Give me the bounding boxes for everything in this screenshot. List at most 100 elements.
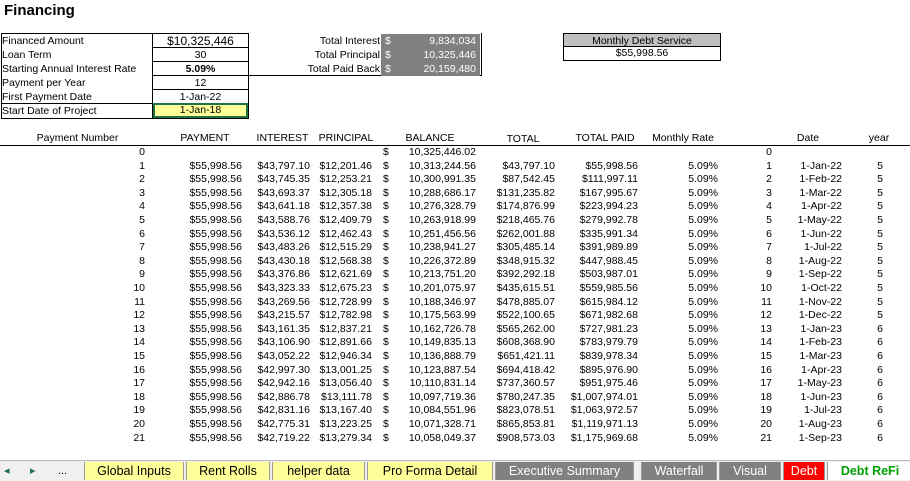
sheet-tab[interactable]: Pro Forma Detail bbox=[367, 462, 493, 480]
cell-idx[interactable]: 8 bbox=[740, 255, 772, 268]
cell-prin[interactable]: $12,357.38 bbox=[312, 200, 372, 213]
sheet-tab[interactable]: helper data bbox=[272, 462, 365, 480]
cell-rate[interactable]: 5.09% bbox=[668, 391, 718, 404]
cell-bal[interactable]: 10,058,049.37 bbox=[396, 432, 476, 445]
cell-cur[interactable]: $ bbox=[383, 228, 393, 241]
loan-term-cell[interactable]: 30 bbox=[153, 48, 248, 62]
cell-date[interactable]: 1-Nov-22 bbox=[780, 296, 842, 309]
cell-n[interactable]: 9 bbox=[90, 268, 145, 281]
cell-yr[interactable]: 6 bbox=[860, 364, 883, 377]
cell-cur[interactable]: $ bbox=[383, 418, 393, 431]
cell-paid[interactable]: $279,992.78 bbox=[555, 214, 638, 227]
cell-idx[interactable]: 1 bbox=[740, 160, 772, 173]
cell-int[interactable]: $43,323.33 bbox=[246, 282, 310, 295]
cell-yr[interactable]: 6 bbox=[860, 391, 883, 404]
cell-yr[interactable]: 6 bbox=[860, 377, 883, 390]
cell-rate[interactable]: 5.09% bbox=[668, 241, 718, 254]
cell-rate[interactable]: 5.09% bbox=[668, 364, 718, 377]
cell-bal[interactable]: 10,188,346.97 bbox=[396, 296, 476, 309]
cell-bal[interactable]: 10,071,328.71 bbox=[396, 418, 476, 431]
cell-idx[interactable]: 21 bbox=[740, 432, 772, 445]
cell-paid[interactable]: $895,976.90 bbox=[555, 364, 638, 377]
cell-yr[interactable]: 5 bbox=[860, 255, 883, 268]
cell-yr[interactable]: 6 bbox=[860, 350, 883, 363]
cell-pay[interactable]: $55,998.56 bbox=[172, 309, 242, 322]
cell-yr[interactable]: 5 bbox=[860, 296, 883, 309]
cell-tot[interactable]: $262,001.88 bbox=[485, 228, 555, 241]
cell-date[interactable]: 1-Jul-23 bbox=[780, 404, 842, 417]
financed-amount-cell[interactable]: $10,325,446 bbox=[153, 34, 248, 48]
cell-cur[interactable]: $ bbox=[383, 391, 393, 404]
cell-yr[interactable]: 6 bbox=[860, 432, 883, 445]
cell-date[interactable]: 1-Apr-22 bbox=[780, 200, 842, 213]
cell-n[interactable]: 16 bbox=[90, 364, 145, 377]
cell-tot[interactable]: $305,485.14 bbox=[485, 241, 555, 254]
cell-int[interactable]: $43,745.35 bbox=[246, 173, 310, 186]
cell-bal[interactable]: 10,136,888.79 bbox=[396, 350, 476, 363]
total-paid-back-cell[interactable]: $ 20,159,480 bbox=[381, 62, 480, 76]
cell-tot[interactable]: $218,465.76 bbox=[485, 214, 555, 227]
cell-prin[interactable]: $13,056.40 bbox=[312, 377, 372, 390]
cell-date[interactable]: 1-Sep-23 bbox=[780, 432, 842, 445]
cell-bal[interactable]: 10,288,686.17 bbox=[396, 187, 476, 200]
cell-prin[interactable]: $12,515.29 bbox=[312, 241, 372, 254]
cell-date[interactable]: 1-Jun-22 bbox=[780, 228, 842, 241]
cell-pay[interactable]: $55,998.56 bbox=[172, 296, 242, 309]
cell-cur[interactable]: $ bbox=[383, 432, 393, 445]
cell-rate[interactable]: 5.09% bbox=[668, 350, 718, 363]
cell-yr[interactable]: 5 bbox=[860, 200, 883, 213]
cell-paid[interactable]: $167,995.67 bbox=[555, 187, 638, 200]
cell-date[interactable]: 1-Jan-22 bbox=[780, 160, 842, 173]
cell-prin[interactable]: $12,201.46 bbox=[312, 160, 372, 173]
cell-idx[interactable]: 3 bbox=[740, 187, 772, 200]
payment-per-year-cell[interactable]: 12 bbox=[153, 76, 248, 90]
cell-yr[interactable]: 6 bbox=[860, 418, 883, 431]
cell-tot[interactable]: $908,573.03 bbox=[485, 432, 555, 445]
cell-int[interactable]: $43,797.10 bbox=[246, 160, 310, 173]
cell-int[interactable]: $43,106.90 bbox=[246, 336, 310, 349]
cell-int[interactable]: $43,588.76 bbox=[246, 214, 310, 227]
cell-pay[interactable]: $55,998.56 bbox=[172, 187, 242, 200]
cell-n[interactable]: 11 bbox=[90, 296, 145, 309]
cell-paid[interactable]: $1,175,969.68 bbox=[555, 432, 638, 445]
cell-cur[interactable]: $ bbox=[383, 404, 393, 417]
cell-pay[interactable]: $55,998.56 bbox=[172, 214, 242, 227]
cell-pay[interactable]: $55,998.56 bbox=[172, 391, 242, 404]
cell-int[interactable]: $43,641.18 bbox=[246, 200, 310, 213]
cell-pay[interactable]: $55,998.56 bbox=[172, 228, 242, 241]
cell-bal[interactable]: 10,149,835.13 bbox=[396, 336, 476, 349]
cell-int[interactable]: $42,997.30 bbox=[246, 364, 310, 377]
cell-yr[interactable]: 5 bbox=[860, 228, 883, 241]
sheet-tab[interactable]: Waterfall bbox=[641, 462, 717, 480]
cell-paid[interactable]: $503,987.01 bbox=[555, 268, 638, 281]
cell-pay[interactable]: $55,998.56 bbox=[172, 323, 242, 336]
cell-yr[interactable]: 5 bbox=[860, 160, 883, 173]
cell-idx[interactable]: 11 bbox=[740, 296, 772, 309]
cell-tot[interactable]: $522,100.65 bbox=[485, 309, 555, 322]
first-payment-date-cell[interactable]: 1-Jan-22 bbox=[153, 90, 248, 104]
cell-n[interactable]: 8 bbox=[90, 255, 145, 268]
cell-int[interactable]: $43,693.37 bbox=[246, 187, 310, 200]
cell-paid[interactable]: $727,981.23 bbox=[555, 323, 638, 336]
cell-tot[interactable]: $651,421.11 bbox=[485, 350, 555, 363]
cell-prin[interactable]: $12,568.38 bbox=[312, 255, 372, 268]
cell-idx[interactable]: 15 bbox=[740, 350, 772, 363]
cell-n[interactable]: 14 bbox=[90, 336, 145, 349]
cell-bal[interactable]: 10,226,372.89 bbox=[396, 255, 476, 268]
cell-cur[interactable]: $ bbox=[383, 282, 393, 295]
cell-yr[interactable]: 6 bbox=[860, 404, 883, 417]
cell-bal[interactable]: 10,238,941.27 bbox=[396, 241, 476, 254]
cell-prin[interactable]: $12,675.23 bbox=[312, 282, 372, 295]
cell-n[interactable]: 5 bbox=[90, 214, 145, 227]
cell-yr[interactable]: 5 bbox=[860, 268, 883, 281]
cell-rate[interactable]: 5.09% bbox=[668, 296, 718, 309]
cell-bal[interactable]: 10,097,719.36 bbox=[396, 391, 476, 404]
cell-tot[interactable]: $131,235.82 bbox=[485, 187, 555, 200]
cell-cur[interactable]: $ bbox=[383, 146, 393, 159]
cell-rate[interactable]: 5.09% bbox=[668, 418, 718, 431]
cell-idx[interactable]: 0 bbox=[740, 146, 772, 159]
cell-int[interactable]: $42,775.31 bbox=[246, 418, 310, 431]
cell-bal[interactable]: 10,110,831.14 bbox=[396, 377, 476, 390]
cell-bal[interactable]: 10,201,075.97 bbox=[396, 282, 476, 295]
cell-prin[interactable]: $12,946.34 bbox=[312, 350, 372, 363]
